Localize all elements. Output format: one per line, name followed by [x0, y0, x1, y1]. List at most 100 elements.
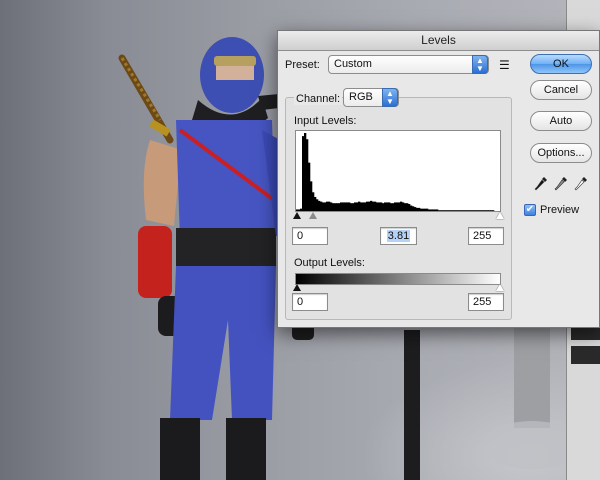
histogram-bar: [452, 210, 455, 211]
histogram-bar: [490, 210, 493, 211]
gray-eyedropper-icon[interactable]: [554, 176, 568, 192]
histogram-bar: [298, 209, 301, 211]
histogram-bar: [436, 209, 439, 211]
histogram-bar: [474, 210, 477, 211]
histogram-bar: [434, 209, 437, 211]
histogram-bar: [384, 202, 387, 211]
input-shadow-slider[interactable]: [293, 212, 301, 219]
channel-select[interactable]: RGB ▲ ▼: [343, 88, 399, 107]
histogram-bar: [308, 162, 311, 211]
input-highlight-field[interactable]: 255: [468, 227, 504, 245]
output-shadow-slider[interactable]: [293, 284, 301, 291]
histogram-bar: [454, 210, 457, 211]
histogram-bar: [344, 202, 347, 211]
histogram-bar: [316, 199, 319, 211]
histogram-bar: [328, 201, 331, 211]
histogram-bar: [464, 210, 467, 211]
histogram-bar: [488, 210, 491, 211]
output-shadow-value: 0: [297, 296, 304, 308]
histogram-bar: [424, 208, 427, 211]
output-shadow-field[interactable]: 0: [292, 293, 328, 311]
output-highlight-value: 255: [473, 296, 492, 308]
histogram-bar: [386, 202, 389, 211]
histogram-bar: [418, 207, 421, 211]
histogram-bar: [482, 210, 485, 211]
histogram-bar: [336, 203, 339, 211]
preset-select[interactable]: Custom ▲ ▼: [328, 55, 489, 74]
input-midtone-field[interactable]: 3.81: [380, 227, 417, 245]
output-highlight-field[interactable]: 255: [468, 293, 504, 311]
histogram-bar: [478, 210, 481, 211]
channel-label: Channel:: [294, 93, 343, 105]
histogram-bar: [422, 208, 425, 211]
input-shadow-value: 0: [297, 230, 304, 242]
histogram-bar: [450, 210, 453, 211]
histogram-bar: [372, 201, 375, 211]
output-highlight-slider[interactable]: [496, 284, 504, 291]
white-eyedropper-icon[interactable]: [574, 176, 588, 192]
histogram-bar: [330, 202, 333, 211]
histogram-bar: [428, 209, 431, 211]
histogram-bar: [342, 202, 345, 211]
preview-checkbox[interactable]: ✔: [524, 204, 536, 216]
histogram-bar: [318, 200, 321, 211]
input-levels-label: Input Levels:: [294, 115, 357, 127]
histogram-bar: [388, 202, 391, 211]
histogram-bar: [354, 202, 357, 211]
background-window-panel: [571, 346, 600, 364]
input-highlight-slider[interactable]: [496, 212, 504, 219]
cancel-button[interactable]: Cancel: [530, 80, 592, 100]
list-menu-icon[interactable]: ☰: [499, 58, 510, 72]
histogram-bar: [458, 210, 461, 211]
preview-label: Preview: [540, 204, 580, 216]
histogram-bar: [448, 210, 451, 211]
histogram-bar: [358, 201, 361, 211]
histogram-bar: [406, 203, 409, 211]
output-levels-label: Output Levels:: [294, 257, 365, 269]
histogram-bar: [326, 201, 329, 211]
histogram-graph: [296, 133, 495, 211]
histogram-bar: [394, 202, 397, 211]
histogram-bar: [296, 209, 299, 211]
histogram-bar: [376, 202, 379, 211]
histogram-bar: [484, 210, 487, 211]
updown-arrows-icon: ▲ ▼: [472, 55, 488, 74]
auto-button[interactable]: Auto: [530, 111, 592, 131]
input-shadow-field[interactable]: 0: [292, 227, 328, 245]
histogram-bar: [432, 209, 435, 211]
options-button[interactable]: Options...: [530, 143, 592, 163]
histogram-bar: [340, 202, 343, 211]
histogram-bar: [374, 201, 377, 211]
histogram-bar: [408, 203, 411, 211]
histogram: [295, 130, 501, 212]
histogram-bar: [442, 210, 445, 211]
histogram-bar: [378, 202, 381, 211]
channel-value: RGB: [349, 91, 373, 103]
histogram-bar: [320, 201, 323, 211]
histogram-bar: [310, 181, 313, 211]
histogram-bar: [470, 210, 473, 211]
histogram-bar: [410, 205, 413, 211]
histogram-bar: [416, 207, 419, 211]
histogram-bar: [456, 210, 459, 211]
histogram-bar: [304, 133, 307, 211]
histogram-bar: [492, 210, 495, 211]
histogram-bar: [404, 203, 407, 211]
histogram-bar: [380, 202, 383, 211]
input-midtone-value: 3.81: [386, 230, 411, 242]
histogram-bar: [356, 202, 359, 211]
dialog-title[interactable]: Levels: [278, 31, 599, 51]
input-highlight-value: 255: [473, 230, 492, 242]
histogram-bar: [414, 207, 417, 211]
histogram-bar: [346, 202, 349, 211]
histogram-bar: [426, 208, 429, 211]
histogram-bar: [360, 202, 363, 211]
histogram-bar: [352, 203, 355, 211]
histogram-bar: [430, 209, 433, 211]
histogram-bar: [472, 210, 475, 211]
black-eyedropper-icon[interactable]: [534, 176, 548, 192]
input-midtone-slider[interactable]: [309, 212, 317, 219]
histogram-bar: [382, 203, 385, 211]
histogram-bar: [312, 192, 315, 211]
ok-button[interactable]: OK: [530, 54, 592, 74]
